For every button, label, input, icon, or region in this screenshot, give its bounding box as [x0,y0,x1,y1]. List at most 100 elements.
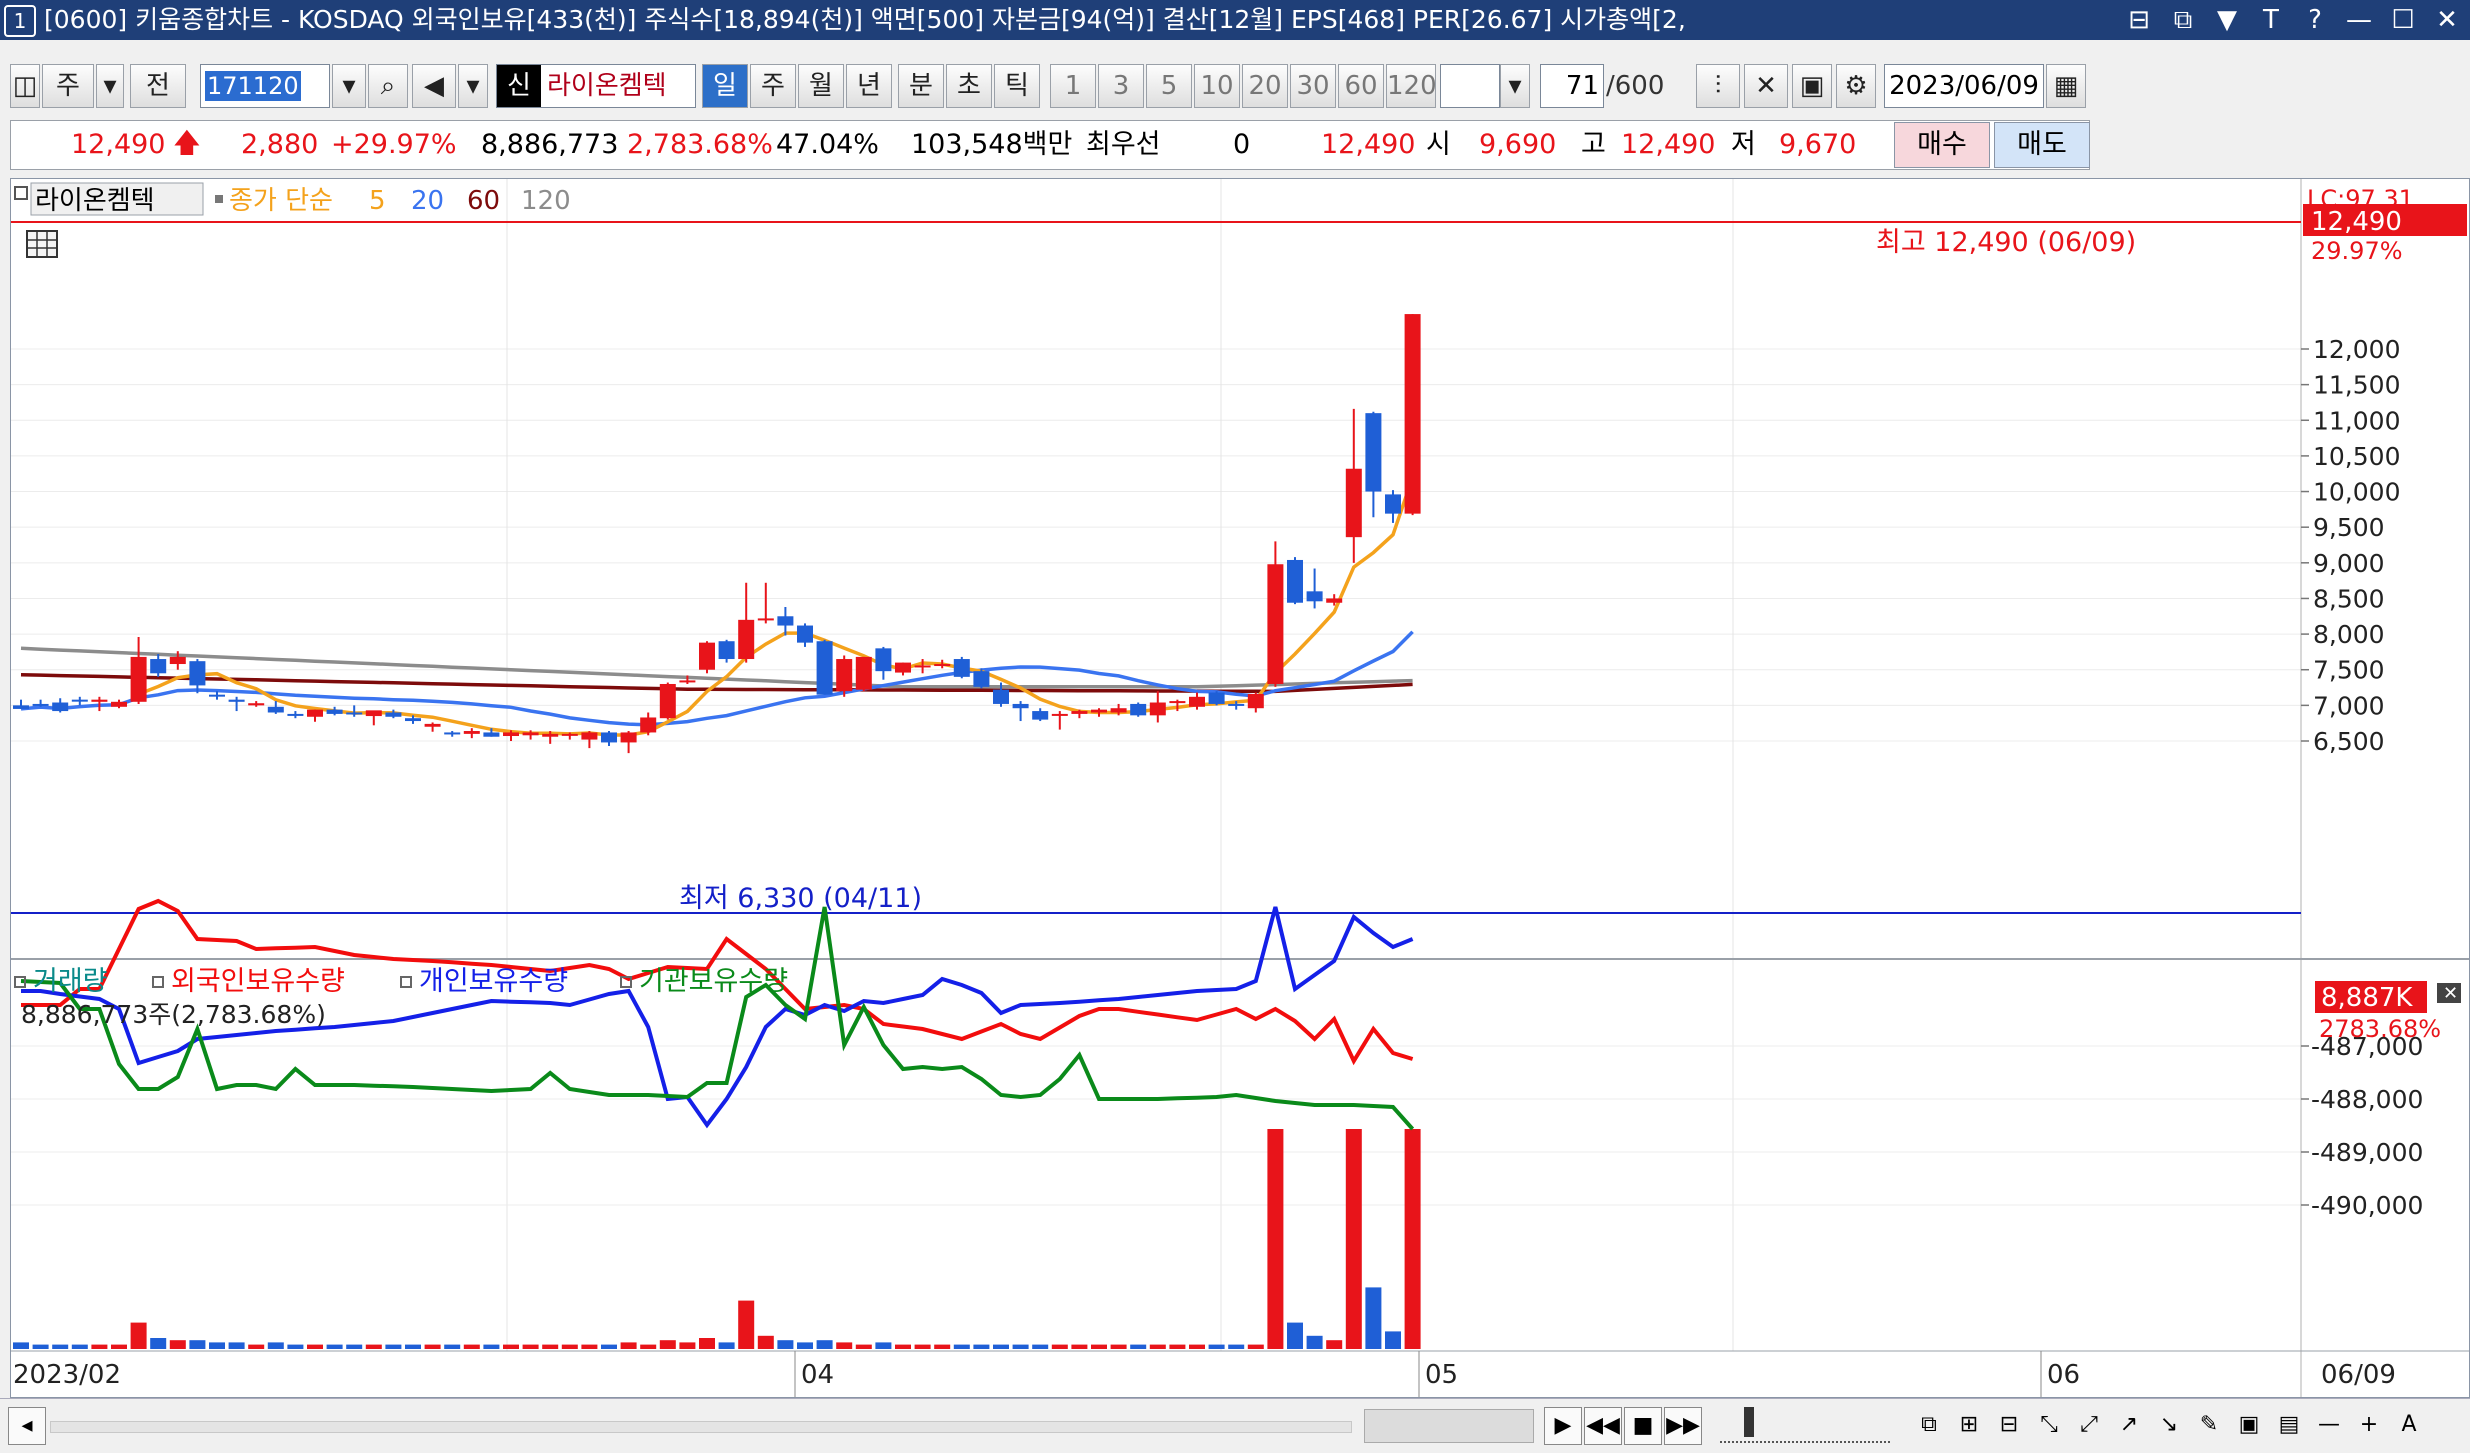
interval-3[interactable]: 3 [1098,64,1144,108]
window-font-icon[interactable]: T [2256,0,2286,40]
new-badge: 신 [497,65,541,107]
rewind-icon[interactable]: ◀◀ [1584,1407,1622,1445]
window-maximize-icon[interactable]: ☐ [2388,0,2418,40]
volume-bar [738,1300,755,1349]
search-icon[interactable]: ⌕ [368,64,408,108]
volume-bar [855,1344,872,1349]
candle-body [287,713,304,716]
window-pin-icon[interactable]: ▼ [2212,0,2242,40]
candle-body [1071,711,1088,714]
volume-bar [13,1342,29,1349]
drawing-icon[interactable]: ✎ [2190,1407,2228,1445]
interval-custom-input[interactable] [1440,64,1500,108]
gear-icon[interactable]: ⚙ [1836,64,1876,108]
window-minimize-icon[interactable]: — [2344,0,2374,40]
zoom-out-icon[interactable]: — [2310,1407,2348,1445]
volume-bar [875,1342,892,1349]
buy-button[interactable]: 매수 [1894,122,1990,168]
candle-body [1306,591,1323,602]
scroll-thumb[interactable] [1364,1409,1534,1443]
scroll-track[interactable] [50,1421,1352,1433]
fast-forward-icon[interactable]: ▶▶ [1664,1407,1702,1445]
price-chart-svg[interactable]: 12,000 11,500 11,000 10,500 10,000 9,500 9,000… [11,179,2469,1397]
image-icon[interactable]: ▣ [2230,1407,2268,1445]
window-split-icon[interactable]: ⊟ [2124,0,2154,40]
interval-20[interactable]: 20 [1242,64,1288,108]
trend-icon-3[interactable]: ↗ [2110,1407,2148,1445]
interval-60[interactable]: 60 [1338,64,1384,108]
interval-1[interactable]: 1 [1050,64,1096,108]
period-second[interactable]: 초 [946,64,992,108]
candle-body [365,710,382,717]
interval-120[interactable]: 120 [1386,64,1437,108]
window-controls: ⊟ ⧉ ▼ T ? — ☐ ✕ [2124,0,2462,40]
volume-bar [1228,1344,1245,1349]
window-icon-1[interactable]: ⧉ [1910,1407,1948,1445]
play-icon[interactable]: ▶ [1544,1407,1582,1445]
candle-body [640,717,657,733]
candle-body [1110,708,1127,713]
scroll-left-icon[interactable]: ◂ [8,1407,46,1445]
stock-code-input[interactable]: 171120 [200,64,330,108]
window-help-icon[interactable]: ? [2300,0,2330,40]
candle-body [1404,314,1421,514]
interval-dropdown-icon[interactable]: ▾ [1500,64,1530,108]
lower-info: 8,886,773주(2,783.68%) [21,1000,326,1029]
mode-button[interactable]: 전 [130,64,186,108]
window-close-icon[interactable]: ✕ [2432,0,2462,40]
period-year[interactable]: 년 [846,64,892,108]
speed-slider-handle[interactable] [1744,1407,1754,1437]
candle-body [620,732,637,743]
candle-body [150,659,167,674]
window-icon-3[interactable]: ⊟ [1990,1407,2028,1445]
period-week[interactable]: 주 [750,64,796,108]
period-minute[interactable]: 분 [898,64,944,108]
volume-bar [1267,1129,1284,1349]
interval-5[interactable]: 5 [1146,64,1192,108]
window-tile-icon[interactable]: ⧉ [2168,0,2198,40]
candle-type-icon[interactable]: ⫶ [1696,64,1740,108]
count-input[interactable]: 71 [1540,64,1604,108]
chart-area[interactable]: 12,000 11,500 11,000 10,500 10,000 9,500 9,000… [10,178,2470,1398]
crosshair-icon[interactable]: ✕ [1744,64,1788,108]
stock-name-box[interactable]: 신 라이온켐텍 [496,64,696,108]
price-tick-label: 9,500 [2313,513,2385,542]
trend-icon-2[interactable]: ⤢ [2070,1407,2108,1445]
period-tick[interactable]: 틱 [994,64,1040,108]
save-icon[interactable]: ▣ [1792,64,1832,108]
candle-body [777,616,794,626]
speaker-icon[interactable]: ◀︎ [412,64,456,108]
legend-ma120: 120 [521,186,571,216]
market-dropdown-icon[interactable]: ▾ [96,64,124,108]
chart-table-icon[interactable] [26,230,58,258]
stop-icon[interactable]: ■ [1624,1407,1662,1445]
price-tick-label: 12,000 [2313,335,2400,364]
candle-body [52,702,69,712]
window-number[interactable]: 1 [4,5,36,37]
interval-30[interactable]: 30 [1290,64,1336,108]
volume-bar [52,1344,69,1349]
interval-10[interactable]: 10 [1194,64,1240,108]
calendar-icon[interactable]: ▦ [2046,64,2086,108]
high-annotation: 최고 12,490 (06/09) [1876,227,2136,258]
sell-button[interactable]: 매도 [1994,122,2090,168]
speaker-dropdown-icon[interactable]: ▾ [458,64,488,108]
candle-body [169,656,186,665]
layout-icon[interactable]: ◫ [10,64,40,108]
date-input[interactable]: 2023/06/09 [1884,64,2044,108]
candle-body [561,733,578,736]
candle-body [71,699,88,702]
window-icon-2[interactable]: ⊞ [1950,1407,1988,1445]
period-day[interactable]: 일 [702,64,748,108]
trend-icon-1[interactable]: ⤡ [2030,1407,2068,1445]
best-quote-price: 12,490 [1321,129,1416,160]
chart-icon[interactable]: ▤ [2270,1407,2308,1445]
font-a-icon[interactable]: A [2390,1407,2428,1445]
market-select[interactable]: 주 [42,64,94,108]
trade-amount: 103,548백만 [911,129,1073,160]
period-month[interactable]: 월 [798,64,844,108]
candle-body [836,659,853,692]
trend-icon-4[interactable]: ↘ [2150,1407,2188,1445]
zoom-in-icon[interactable]: + [2350,1407,2388,1445]
code-dropdown-icon[interactable]: ▾ [332,64,366,108]
